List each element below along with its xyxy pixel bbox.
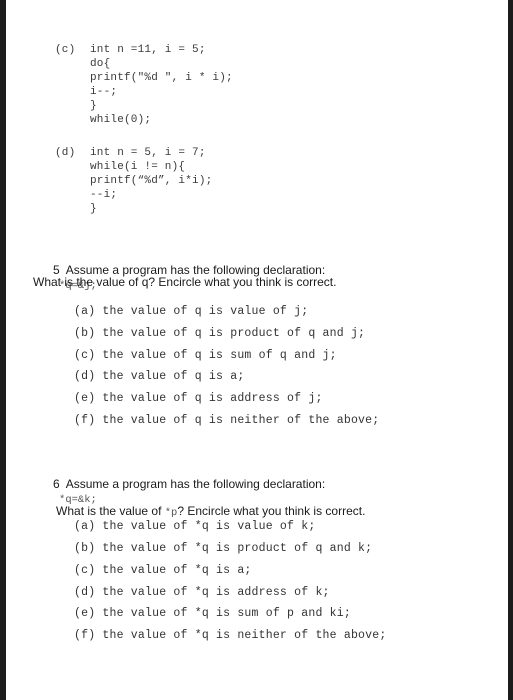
code-line: do{ <box>90 58 111 70</box>
q6-option-c[interactable]: (c) the value of *q is a; <box>74 564 252 577</box>
code-line: int n = 5, i = 7; <box>90 147 206 159</box>
part-c-label: (c) <box>55 44 76 56</box>
code-line: while(0); <box>90 114 152 126</box>
q5-option-c[interactable]: (c) the value of q is sum of q and j; <box>74 349 337 362</box>
code-line: while(i != n){ <box>90 161 186 173</box>
q6-option-e[interactable]: (e) the value of *q is sum of p and ki; <box>74 607 351 620</box>
q6-question-code: *p <box>164 507 178 519</box>
q5-option-a[interactable]: (a) the value of q is value of j; <box>74 305 308 318</box>
q5-question: What is the value of q? Encircle what yo… <box>33 275 337 289</box>
code-line: } <box>90 203 97 215</box>
part-d-label: (d) <box>55 147 76 159</box>
q6-option-f[interactable]: (f) the value of *q is neither of the ab… <box>74 629 386 642</box>
q5-option-d[interactable]: (d) the value of q is a; <box>74 370 244 383</box>
q5-option-b[interactable]: (b) the value of q is product of q and j… <box>74 327 365 340</box>
code-line: printf(“%d”, i*i); <box>90 175 213 187</box>
q6-question-pre: What is the value of <box>56 504 165 518</box>
q6-option-d[interactable]: (d) the value of *q is address of k; <box>74 586 330 599</box>
q5-option-f[interactable]: (f) the value of q is neither of the abo… <box>74 414 379 427</box>
q6-prompt-text: 6 Assume a program has the following dec… <box>53 477 326 491</box>
code-line: printf("%d ", i * i); <box>90 72 233 84</box>
q5-option-e[interactable]: (e) the value of q is address of j; <box>74 392 323 405</box>
q6-option-b[interactable]: (b) the value of *q is product of q and … <box>74 542 372 555</box>
q6-question-post: ? Encircle what you think is correct. <box>177 504 366 518</box>
code-line: i--; <box>90 86 118 98</box>
code-line: } <box>90 100 97 112</box>
code-line: --i; <box>90 189 118 201</box>
q6-option-a[interactable]: (a) the value of *q is value of k; <box>74 520 315 533</box>
document-page: (c) int n =11, i = 5; do{ printf("%d ", … <box>6 0 508 700</box>
code-line: int n =11, i = 5; <box>90 44 206 56</box>
